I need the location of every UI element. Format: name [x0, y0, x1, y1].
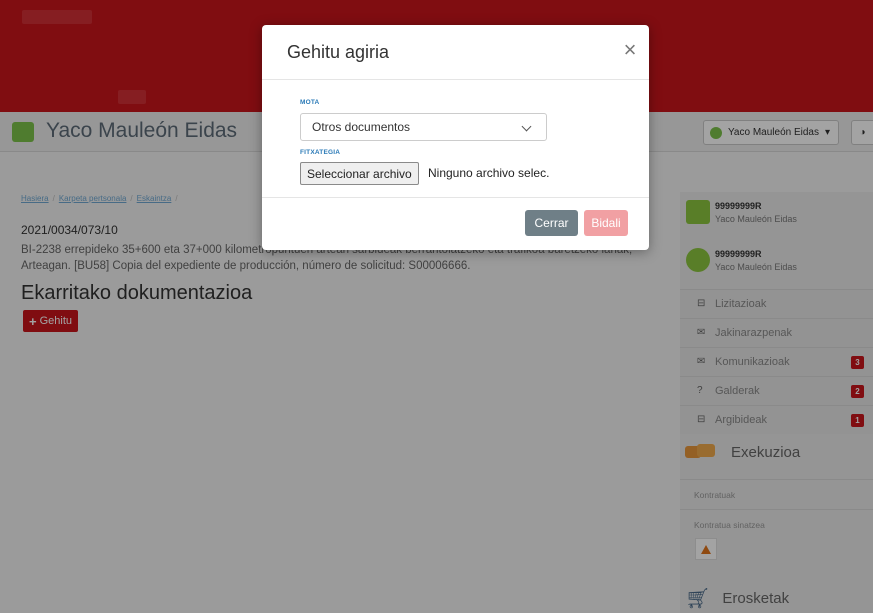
- chevron-down-icon: [521, 121, 532, 132]
- dialog-header: Gehitu agiria ×: [262, 25, 649, 80]
- document-type-value: Otros documentos: [312, 120, 411, 134]
- type-label: MOTA: [300, 99, 320, 106]
- submit-button[interactable]: Bidali: [584, 210, 628, 236]
- cancel-button[interactable]: Cerrar: [525, 210, 578, 236]
- document-type-select[interactable]: Otros documentos: [300, 113, 547, 141]
- close-icon[interactable]: ×: [620, 39, 640, 61]
- file-label: FITXATEGIA: [300, 149, 341, 156]
- select-file-button[interactable]: Seleccionar archivo: [300, 162, 419, 185]
- add-document-dialog: Gehitu agiria × MOTA Otros documentos FI…: [262, 25, 649, 250]
- file-status: Ninguno archivo selec.: [428, 166, 550, 180]
- dialog-title: Gehitu agiria: [287, 42, 390, 62]
